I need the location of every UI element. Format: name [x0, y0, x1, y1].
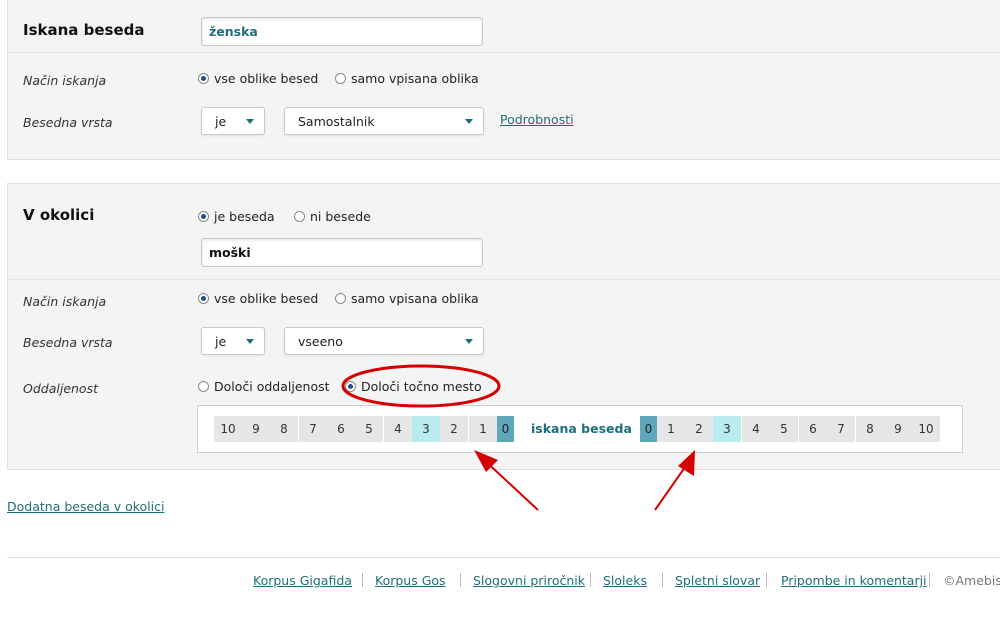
footer-link[interactable]: Korpus Gos — [375, 573, 446, 588]
position-cell-right[interactable]: 3 — [713, 416, 741, 442]
footer-link[interactable]: Slogovni priročnik — [473, 573, 585, 588]
chevron-down-icon — [246, 339, 254, 344]
distance-range-radio[interactable]: Določi oddaljenost — [198, 379, 330, 394]
radio-selected-icon — [198, 211, 209, 222]
position-cell-left[interactable]: 3 — [412, 416, 440, 442]
position-cell-left[interactable]: 7 — [299, 416, 327, 442]
search-mode-all-radio[interactable]: vse oblike besed — [198, 71, 318, 86]
distance-label: Oddaljenost — [23, 381, 98, 396]
search-word-input[interactable]: ženska — [201, 17, 483, 46]
context-mode-exact-radio[interactable]: samo vpisana oblika — [335, 291, 479, 306]
add-context-word-link[interactable]: Dodatna beseda v okolici — [7, 499, 164, 514]
details-link[interactable]: Podrobnosti — [500, 112, 574, 127]
position-cell-right[interactable]: 9 — [884, 416, 912, 442]
context-title: V okolici — [23, 206, 95, 224]
chevron-down-icon — [246, 119, 254, 124]
position-cell-left[interactable]: 4 — [384, 416, 412, 442]
position-cell-left[interactable]: 6 — [327, 416, 355, 442]
position-cell-right[interactable]: 7 — [827, 416, 855, 442]
context-mode-all-radio[interactable]: vse oblike besed — [198, 291, 318, 306]
position-cell-left[interactable]: 2 — [440, 416, 468, 442]
footer-separator — [460, 573, 461, 587]
search-word-title: Iskana beseda — [23, 21, 145, 39]
search-word-panel — [7, 0, 1000, 160]
position-cell-left[interactable]: 8 — [270, 416, 298, 442]
position-cell-right[interactable]: 1 — [657, 416, 685, 442]
context-pos-operator-select[interactable]: je — [201, 327, 265, 355]
search-word-center-label: iskana beseda — [531, 421, 632, 436]
copyright: ©Amebis, — [943, 573, 1000, 588]
position-cell-left[interactable]: 10 — [214, 416, 242, 442]
radio-unselected-icon — [198, 381, 209, 392]
footer-separator — [362, 573, 363, 587]
position-cell-left[interactable]: 5 — [355, 416, 383, 442]
search-pos-label: Besedna vrsta — [23, 115, 113, 130]
divider — [8, 279, 1000, 280]
search-pos-value-select[interactable]: Samostalnik — [284, 107, 484, 135]
context-mode-label: Način iskanja — [23, 294, 107, 309]
footer-separator — [662, 573, 663, 587]
position-cell-right[interactable]: 8 — [856, 416, 884, 442]
radio-unselected-icon — [335, 73, 346, 84]
position-cell-right[interactable]: 5 — [770, 416, 798, 442]
radio-selected-icon — [198, 293, 209, 304]
footer-separator — [590, 573, 591, 587]
footer-separator — [766, 573, 767, 587]
footer-link[interactable]: Pripombe in komentarji — [781, 573, 927, 588]
footer-divider — [7, 557, 1000, 558]
footer-link[interactable]: Spletni slovar — [675, 573, 760, 588]
context-not-word-radio[interactable]: ni besede — [294, 209, 371, 224]
position-cell-left[interactable]: 9 — [242, 416, 270, 442]
chevron-down-icon — [465, 339, 473, 344]
context-pos-label: Besedna vrsta — [23, 335, 113, 350]
radio-selected-icon — [198, 73, 209, 84]
search-mode-exact-radio[interactable]: samo vpisana oblika — [335, 71, 479, 86]
footer-separator — [929, 573, 930, 587]
chevron-down-icon — [465, 119, 473, 124]
radio-unselected-icon — [294, 211, 305, 222]
position-cell-right[interactable]: 6 — [799, 416, 827, 442]
position-cell-right[interactable]: 10 — [912, 416, 940, 442]
radio-selected-icon — [345, 381, 356, 392]
distance-exact-radio[interactable]: Določi točno mesto — [345, 379, 482, 394]
search-pos-operator-select[interactable]: je — [201, 107, 265, 135]
position-cell-left[interactable]: 1 — [469, 416, 497, 442]
position-cell-right[interactable]: 2 — [685, 416, 713, 442]
position-cell-left[interactable]: 0 — [497, 416, 514, 442]
context-is-word-radio[interactable]: je beseda — [198, 209, 275, 224]
search-mode-label: Način iskanja — [23, 73, 107, 88]
footer-link[interactable]: Korpus Gigafida — [253, 573, 352, 588]
context-word-input[interactable]: moški — [201, 238, 483, 267]
position-cell-right[interactable]: 4 — [742, 416, 770, 442]
position-cell-right[interactable]: 0 — [640, 416, 657, 442]
radio-unselected-icon — [335, 293, 346, 304]
context-pos-value-select[interactable]: vseeno — [284, 327, 484, 355]
divider — [8, 52, 1000, 53]
footer-link[interactable]: Sloleks — [603, 573, 647, 588]
